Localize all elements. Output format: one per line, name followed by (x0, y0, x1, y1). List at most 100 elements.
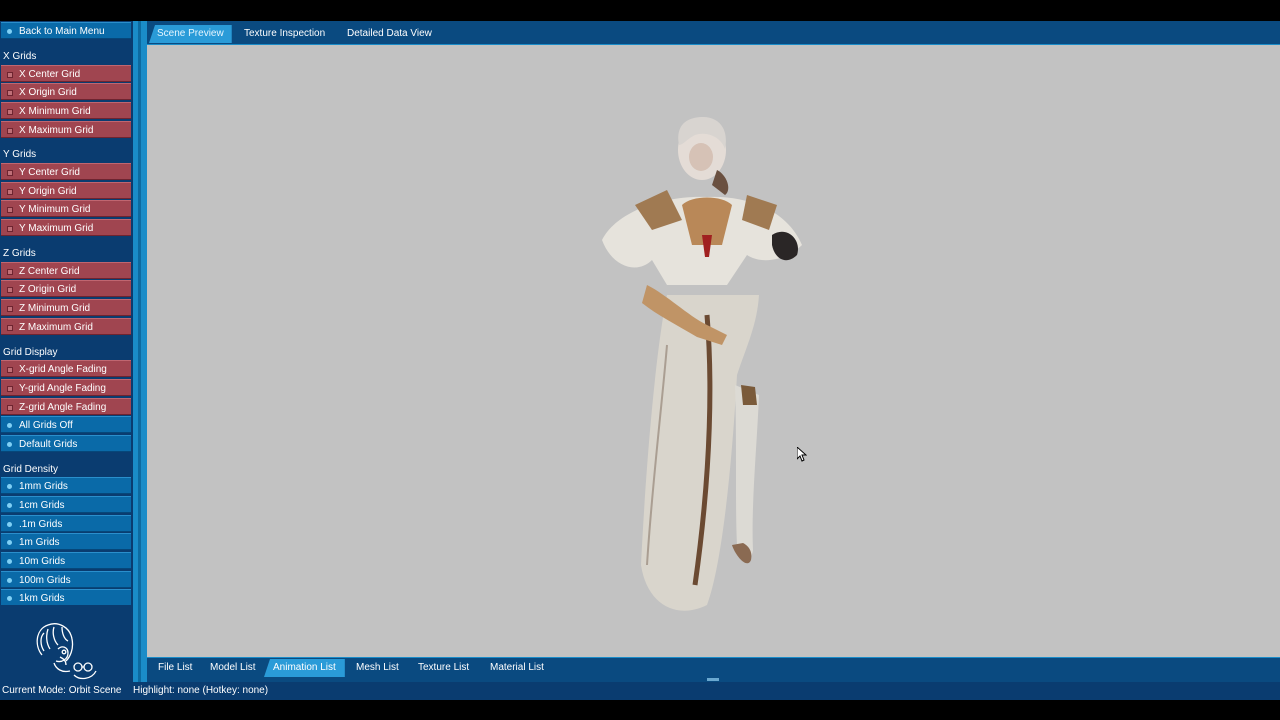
all-grids-off-button[interactable]: All Grids Off (1, 416, 131, 433)
y-grid-angle-fading-toggle[interactable]: Y-grid Angle Fading (1, 379, 131, 396)
x-center-grid-toggle[interactable]: X Center Grid (1, 65, 131, 82)
item-label: Y-grid Angle Fading (19, 383, 106, 394)
y-minimum-grid-toggle[interactable]: Y Minimum Grid (1, 200, 131, 217)
item-label: 1mm Grids (19, 481, 68, 492)
bottom-black-bar (0, 700, 1280, 720)
item-label: Z Minimum Grid (19, 303, 91, 314)
tab-texture-list[interactable]: Texture List (409, 659, 479, 677)
density-10m-button[interactable]: 10m Grids (1, 552, 131, 569)
checkbox-icon (7, 325, 13, 331)
bullet-icon (7, 540, 12, 545)
z-center-grid-toggle[interactable]: Z Center Grid (1, 262, 131, 279)
checkbox-icon (7, 386, 13, 392)
z-maximum-grid-toggle[interactable]: Z Maximum Grid (1, 318, 131, 335)
tab-detailed-data-view[interactable]: Detailed Data View (339, 25, 440, 43)
checkbox-icon (7, 189, 13, 195)
sidebar-divider-scrollbar[interactable] (133, 21, 147, 682)
x-minimum-grid-toggle[interactable]: X Minimum Grid (1, 102, 131, 119)
section-heading-y-grids: Y Grids (3, 149, 37, 160)
tab-texture-inspection[interactable]: Texture Inspection (236, 25, 334, 43)
tab-animation-list[interactable]: Animation List (264, 659, 345, 677)
item-label: X Center Grid (19, 69, 81, 80)
y-maximum-grid-toggle[interactable]: Y Maximum Grid (1, 219, 131, 236)
bullet-icon (7, 559, 12, 564)
z-grid-angle-fading-toggle[interactable]: Z-grid Angle Fading (1, 398, 131, 415)
app-logo-icon (36, 623, 97, 680)
checkbox-icon (7, 170, 13, 176)
tab-scene-preview[interactable]: Scene Preview (149, 25, 232, 43)
density-1km-button[interactable]: 1km Grids (1, 589, 131, 606)
item-label: Z-grid Angle Fading (19, 402, 107, 413)
tab-file-list[interactable]: File List (149, 659, 202, 677)
status-bar: Current Mode: Orbit Scene Highlight: non… (0, 682, 1280, 700)
bottom-tab-bar: File List Model List Animation List Mesh… (147, 657, 1280, 683)
checkbox-icon (7, 109, 13, 115)
bullet-icon (7, 423, 12, 428)
density-1mm-button[interactable]: 1mm Grids (1, 477, 131, 494)
item-label: 1cm Grids (19, 500, 65, 511)
logo-area (0, 605, 133, 682)
item-label: Y Center Grid (19, 167, 80, 178)
section-heading-grid-display: Grid Display (3, 347, 58, 358)
x-grid-angle-fading-toggle[interactable]: X-grid Angle Fading (1, 360, 131, 377)
checkbox-icon (7, 367, 13, 373)
item-label: Z Origin Grid (19, 284, 77, 295)
tab-mesh-list[interactable]: Mesh List (347, 659, 408, 677)
section-heading-x-grids: X Grids (3, 51, 37, 62)
section-heading-grid-density: Grid Density (3, 464, 59, 475)
checkbox-icon (7, 128, 13, 134)
density-100m-button[interactable]: 100m Grids (1, 571, 131, 588)
item-label: X Maximum Grid (19, 125, 94, 136)
checkbox-icon (7, 207, 13, 213)
z-minimum-grid-toggle[interactable]: Z Minimum Grid (1, 299, 131, 316)
divider-track (138, 21, 141, 682)
cursor-arrow-icon (797, 447, 807, 462)
bullet-icon (7, 442, 12, 447)
y-center-grid-toggle[interactable]: Y Center Grid (1, 163, 131, 180)
bullet-icon (7, 484, 12, 489)
default-grids-button[interactable]: Default Grids (1, 435, 131, 452)
z-origin-grid-toggle[interactable]: Z Origin Grid (1, 280, 131, 297)
bullet-icon (7, 522, 12, 527)
checkbox-icon (7, 226, 13, 232)
item-label: 100m Grids (19, 575, 71, 586)
item-label: Z Maximum Grid (19, 322, 93, 333)
y-origin-grid-toggle[interactable]: Y Origin Grid (1, 182, 131, 199)
item-label: X Minimum Grid (19, 106, 91, 117)
density-point1m-button[interactable]: .1m Grids (1, 515, 131, 532)
item-label: Z Center Grid (19, 266, 80, 277)
checkbox-icon (7, 287, 13, 293)
checkbox-icon (7, 269, 13, 275)
bullet-icon (7, 578, 12, 583)
checkbox-icon (7, 306, 13, 312)
item-label: X-grid Angle Fading (19, 364, 107, 375)
tab-material-list[interactable]: Material List (481, 659, 553, 677)
item-label: Y Origin Grid (19, 186, 77, 197)
density-1m-button[interactable]: 1m Grids (1, 533, 131, 550)
bullet-icon (7, 596, 12, 601)
back-to-main-menu-button[interactable]: Back to Main Menu (1, 22, 131, 39)
item-label: Y Minimum Grid (19, 204, 91, 215)
x-maximum-grid-toggle[interactable]: X Maximum Grid (1, 121, 131, 138)
top-tab-bar: Scene Preview Texture Inspection Detaile… (147, 21, 1280, 45)
scene-viewport[interactable] (147, 45, 1280, 657)
status-highlight: Highlight: none (Hotkey: none) (133, 685, 269, 696)
item-label: Y Maximum Grid (19, 223, 94, 234)
item-label: Default Grids (19, 439, 78, 450)
back-label: Back to Main Menu (19, 26, 105, 37)
bullet-icon (7, 29, 12, 34)
item-label: 10m Grids (19, 556, 66, 567)
top-black-bar (0, 0, 1280, 21)
resize-grip[interactable] (707, 678, 719, 681)
item-label: .1m Grids (19, 519, 63, 530)
tab-model-list[interactable]: Model List (201, 659, 265, 677)
status-mode: Current Mode: Orbit Scene (2, 685, 122, 696)
item-label: 1km Grids (19, 593, 65, 604)
item-label: All Grids Off (19, 420, 73, 431)
item-label: 1m Grids (19, 537, 60, 548)
density-1cm-button[interactable]: 1cm Grids (1, 496, 131, 513)
checkbox-icon (7, 72, 13, 78)
x-origin-grid-toggle[interactable]: X Origin Grid (1, 83, 131, 100)
section-heading-z-grids: Z Grids (3, 248, 36, 259)
checkbox-icon (7, 405, 13, 411)
